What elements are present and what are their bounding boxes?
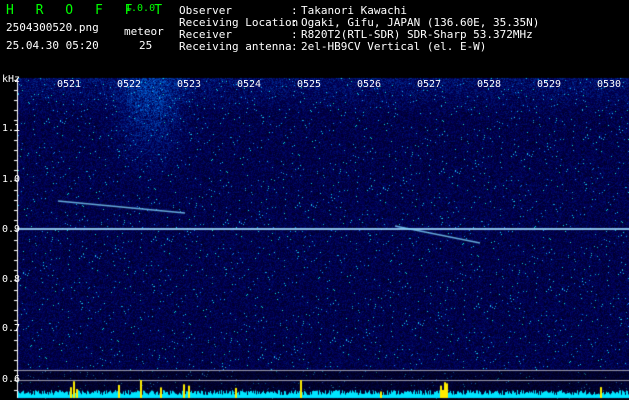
x-tick-label: 0529 [537,79,562,90]
meteor-count: 25 [139,39,153,52]
y-axis-unit: kHz [2,74,21,85]
x-tick-label: 0527 [417,79,442,90]
spectrogram-canvas [0,0,629,400]
date-time: 25.04.30 05:20 [6,39,99,52]
x-tick-label: 0521 [57,79,82,90]
y-tick-label: 0.9 [2,224,21,235]
x-tick-label: 0528 [477,79,502,90]
y-tick-label: 0.8 [2,274,21,285]
info-label-antenna: Receiving antenna [179,40,292,53]
info-sep-antenna: : [291,40,298,53]
y-tick-label: 0.6 [2,374,21,385]
meteor-label: meteor [124,25,164,38]
x-tick-label: 0522 [117,79,142,90]
y-tick-label: 1.0 [2,174,21,185]
x-tick-label: 0524 [237,79,262,90]
x-tick-label: 0526 [357,79,382,90]
x-tick-label: 0530 [597,79,622,90]
info-value-antenna: 2el-HB9CV Vertical (el. E-W) [301,40,487,53]
y-tick-label: 0.7 [2,323,21,334]
x-tick-label: 0523 [177,79,202,90]
app-version: 1.0.0 [125,3,156,14]
file-name: 2504300520.png [6,21,99,34]
y-tick-label: 1.1 [2,123,21,134]
x-tick-label: 0525 [297,79,322,90]
